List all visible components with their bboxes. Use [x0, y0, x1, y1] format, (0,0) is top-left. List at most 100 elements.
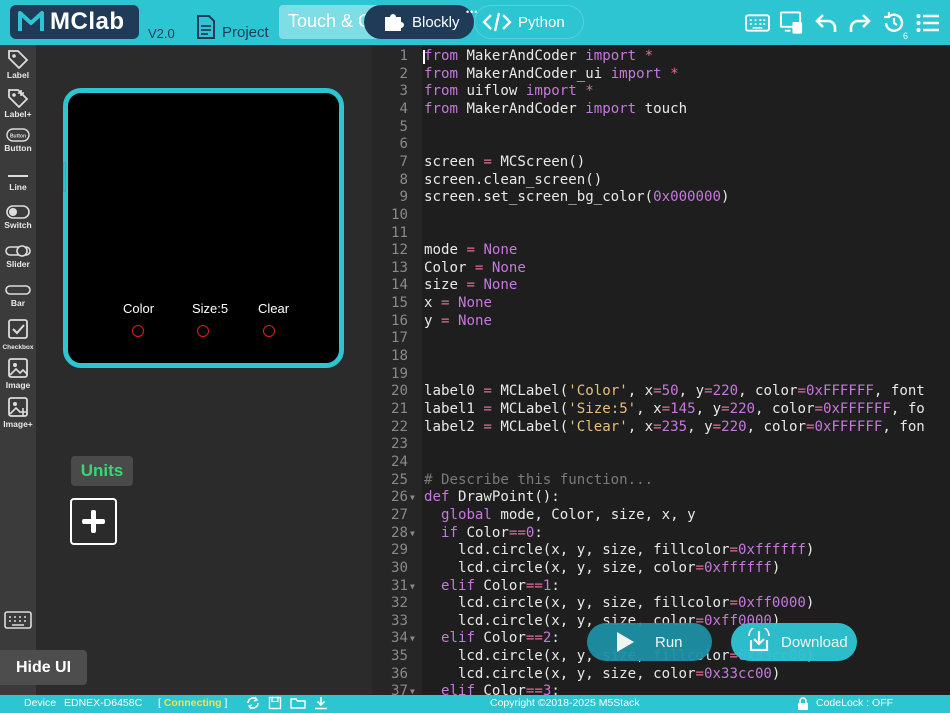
tool-label[interactable]: Label [0, 49, 36, 80]
code-line[interactable]: 10 [372, 207, 950, 225]
code-line[interactable]: 2 from MakerAndCoder_ui import * [372, 66, 950, 84]
tool-line[interactable]: Line [0, 171, 36, 192]
code-line[interactable]: 32 lcd.circle(x, y, size, fillcolor=0xff… [372, 595, 950, 613]
code-line[interactable]: 13 Color = None [372, 260, 950, 278]
hide-ui-button[interactable]: Hide UI [0, 650, 87, 685]
tab-python[interactable]: Python [474, 5, 584, 39]
undo-icon[interactable] [813, 10, 838, 35]
add-unit-button[interactable] [70, 498, 117, 545]
code-line[interactable]: 1 from MakerAndCoder import * [372, 48, 950, 66]
menu-icon[interactable] [915, 10, 940, 35]
code-line[interactable]: 36 lcd.circle(x, y, size, color=0x33cc00… [372, 666, 950, 684]
folder-icon[interactable] [290, 696, 306, 710]
code-line[interactable]: 37 ▼ elif Color==3: [372, 683, 950, 695]
device-id: EDNEX-D6458C [64, 697, 143, 709]
tool-button[interactable]: Button Button [0, 128, 36, 153]
screen-label-clear[interactable]: Clear [258, 301, 289, 316]
fold-arrow-icon[interactable]: ▼ [410, 578, 415, 596]
code-line[interactable]: 29 lcd.circle(x, y, size, fillcolor=0xff… [372, 542, 950, 560]
code-line[interactable]: 4 from MakerAndCoder import touch [372, 101, 950, 119]
copyright-text: Copyright ©2018-2025 M5Stack [490, 697, 640, 709]
touch-point-size[interactable] [197, 325, 209, 337]
tool-checkbox-text: Checkbox [2, 344, 34, 351]
project-button[interactable]: Project [196, 12, 269, 41]
fold-arrow-icon[interactable]: ▼ [410, 525, 415, 543]
tab-blockly[interactable]: Blockly [364, 5, 474, 39]
code-line[interactable]: 25 # Describe this function... [372, 472, 950, 490]
line-number: 6 [399, 136, 409, 153]
code-line[interactable]: 12 mode = None [372, 242, 950, 260]
codelock-status[interactable]: CodeLock : OFF [816, 697, 893, 709]
screen-label-color[interactable]: Color [123, 301, 154, 316]
save-icon[interactable] [268, 696, 282, 710]
code-line[interactable]: 7 screen = MCScreen() [372, 154, 950, 172]
tool-image[interactable]: Image [0, 357, 36, 390]
switch-icon [6, 205, 30, 219]
code-editor[interactable]: 1 from MakerAndCoder import * 2 from MakerA… [372, 45, 950, 695]
tool-image-plus-text: Image+ [3, 419, 33, 429]
refresh-icon[interactable] [246, 696, 260, 710]
code-line[interactable]: 20 label0 = MCLabel('Color', x=50, y=220,… [372, 383, 950, 401]
code-line[interactable]: 27 global mode, Color, size, x, y [372, 507, 950, 525]
download-button[interactable]: Download [731, 623, 857, 661]
bar-icon [5, 285, 31, 295]
units-button[interactable]: Units [71, 456, 133, 486]
download-small-icon[interactable] [314, 696, 328, 710]
tool-switch[interactable]: Switch [0, 205, 36, 230]
keyboard-icon [4, 611, 32, 629]
screen-label-size[interactable]: Size:5 [192, 301, 228, 316]
code-text: if Color==0: [440, 524, 543, 541]
line-number: 28 [391, 524, 408, 541]
redo-icon[interactable] [847, 10, 872, 35]
history-icon[interactable]: 6 [881, 10, 908, 41]
line-number: 19 [391, 365, 408, 382]
code-line[interactable]: 30 lcd.circle(x, y, size, color=0xffffff… [372, 560, 950, 578]
code-line[interactable]: 23 [372, 436, 950, 454]
touch-point-clear[interactable] [263, 325, 275, 337]
code-text: label2 = MCLabel('Clear', x=235, y=220, … [424, 418, 925, 435]
code-line[interactable]: 17 [372, 330, 950, 348]
tool-checkbox[interactable]: Checkbox [0, 318, 36, 351]
tool-image-plus[interactable]: Image+ [0, 396, 36, 429]
tool-label-plus[interactable]: Label+ [0, 88, 36, 119]
download-label: Download [781, 633, 848, 651]
tool-slider[interactable]: Slider [0, 244, 36, 269]
code-line[interactable]: 8 screen.clean_screen() [372, 172, 950, 190]
code-line[interactable]: 16 y = None [372, 313, 950, 331]
code-line[interactable]: 6 [372, 136, 950, 154]
code-line[interactable]: 3 from uiflow import * [372, 83, 950, 101]
line-number: 12 [391, 242, 408, 259]
run-button[interactable]: Run [587, 623, 712, 661]
fold-arrow-icon[interactable]: ▼ [410, 683, 415, 695]
code-line[interactable]: 5 [372, 119, 950, 137]
project-label: Project [222, 24, 269, 41]
code-line[interactable]: 18 [372, 348, 950, 366]
code-line[interactable]: 11 [372, 225, 950, 243]
code-line[interactable]: 21 label1 = MCLabel('Size:5', x=145, y=22… [372, 401, 950, 419]
button-icon: Button [6, 128, 30, 142]
svg-text:Button: Button [10, 134, 26, 140]
keyboard-toggle[interactable] [4, 611, 32, 634]
device-screen-preview[interactable]: Color Size:5 Clear [63, 88, 344, 368]
code-line[interactable]: 28 ▼ if Color==0: [372, 525, 950, 543]
line-number: 22 [391, 418, 408, 435]
code-line[interactable]: 26 ▼ def DrawPoint(): [372, 489, 950, 507]
code-line[interactable]: 22 label2 = MCLabel('Clear', x=235, y=220… [372, 419, 950, 437]
touch-point-color[interactable] [132, 325, 144, 337]
line-number: 14 [391, 277, 408, 294]
code-line[interactable]: 14 size = None [372, 277, 950, 295]
code-line[interactable]: 24 [372, 454, 950, 472]
line-number: 35 [391, 648, 408, 665]
code-line[interactable]: 31 ▼ elif Color==1: [372, 578, 950, 596]
connection-status: [ Connecting ] [158, 697, 228, 709]
code-icon [482, 12, 512, 32]
code-line[interactable]: 9 screen.set_screen_bg_color(0x000000) [372, 189, 950, 207]
device-icon[interactable] [779, 10, 804, 35]
line-number: 7 [399, 153, 409, 170]
keyboard-icon[interactable] [745, 10, 770, 35]
tool-bar[interactable]: Bar [0, 283, 36, 308]
code-line[interactable]: 19 [372, 366, 950, 384]
code-line[interactable]: 15 x = None [372, 295, 950, 313]
fold-arrow-icon[interactable]: ▼ [410, 630, 415, 648]
fold-arrow-icon[interactable]: ▼ [410, 489, 415, 507]
